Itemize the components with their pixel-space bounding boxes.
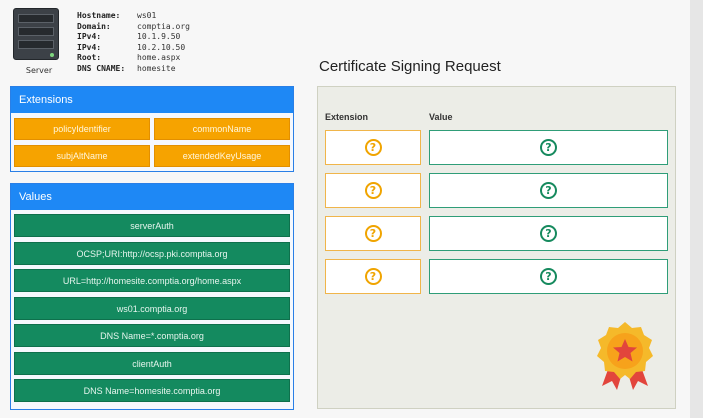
values-panel: Values serverAuth OCSP;URI:http://ocsp.p… [10, 183, 294, 410]
question-mark-icon: ? [364, 225, 382, 242]
value-drop-slot-4[interactable]: ? [429, 259, 668, 294]
info-row-ipv4-1: IPv4: 10.1.9.50 [77, 32, 181, 41]
extension-drop-slot-2[interactable]: ? [325, 173, 421, 208]
server-caption: Server [25, 66, 53, 75]
value-drop-slot-2[interactable]: ? [429, 173, 668, 208]
server-info: Hostname: ws01 Domain: comptia.org IPv4: 10… [77, 11, 190, 74]
extension-drop-slot-4[interactable]: ? [325, 259, 421, 294]
question-mark-icon: ? [364, 139, 382, 156]
value-drop-slot-3[interactable]: ? [429, 216, 668, 251]
server-icon [13, 8, 59, 60]
csr-title: Certificate Signing Request [319, 58, 501, 75]
question-mark-icon: ? [540, 225, 557, 242]
extension-chip-commonname[interactable]: commonName [154, 118, 290, 140]
extensions-header: Extensions [11, 87, 293, 113]
extension-chip-policyidentifier[interactable]: policyIdentifier [14, 118, 150, 140]
value-item[interactable]: DNS Name=homesite.comptia.org [14, 379, 290, 402]
values-list: serverAuth OCSP;URI:http://ocsp.pki.comp… [14, 214, 290, 407]
value-item[interactable]: serverAuth [14, 214, 290, 237]
info-row-domain: Domain: comptia.org [77, 21, 190, 31]
values-header: Values [11, 184, 293, 210]
value-item[interactable]: OCSP;URI:http://ocsp.pki.comptia.org [14, 241, 290, 265]
info-row-root: Root: home.aspx [77, 53, 181, 62]
question-mark-icon: ? [540, 182, 557, 199]
question-mark-icon: ? [540, 268, 557, 285]
value-item[interactable]: ws01.comptia.org [14, 296, 290, 320]
extension-chip-extendedkeyusage[interactable]: extendedKeyUsage [154, 145, 290, 167]
value-item[interactable]: clientAuth [14, 351, 290, 375]
server-block: Server [10, 8, 68, 78]
info-row-ipv4-2: IPv4: 10.2.10.50 [77, 42, 186, 52]
extensions-panel: Extensions policyIdentifier commonName s… [10, 86, 294, 172]
value-drop-slot-1[interactable]: ? [429, 130, 668, 165]
column-header-value: Value [429, 112, 453, 122]
column-header-extension: Extension [325, 112, 369, 122]
question-mark-icon: ? [364, 182, 382, 199]
extension-drop-slot-3[interactable]: ? [325, 216, 421, 251]
extension-chip-subjaltname[interactable]: subjAltName [14, 145, 150, 167]
question-mark-icon: ? [364, 268, 382, 285]
value-item[interactable]: DNS Name=*.comptia.org [14, 324, 290, 347]
info-row-cname: DNS CNAME: homesite [77, 63, 176, 73]
extension-drop-slot-1[interactable]: ? [325, 130, 421, 165]
question-mark-icon: ? [540, 139, 557, 156]
window-edge [690, 0, 703, 418]
award-badge-icon [597, 322, 653, 390]
value-item[interactable]: URL=http://homesite.comptia.org/home.asp… [14, 269, 290, 292]
info-row-hostname: Hostname: ws01 [77, 11, 157, 20]
